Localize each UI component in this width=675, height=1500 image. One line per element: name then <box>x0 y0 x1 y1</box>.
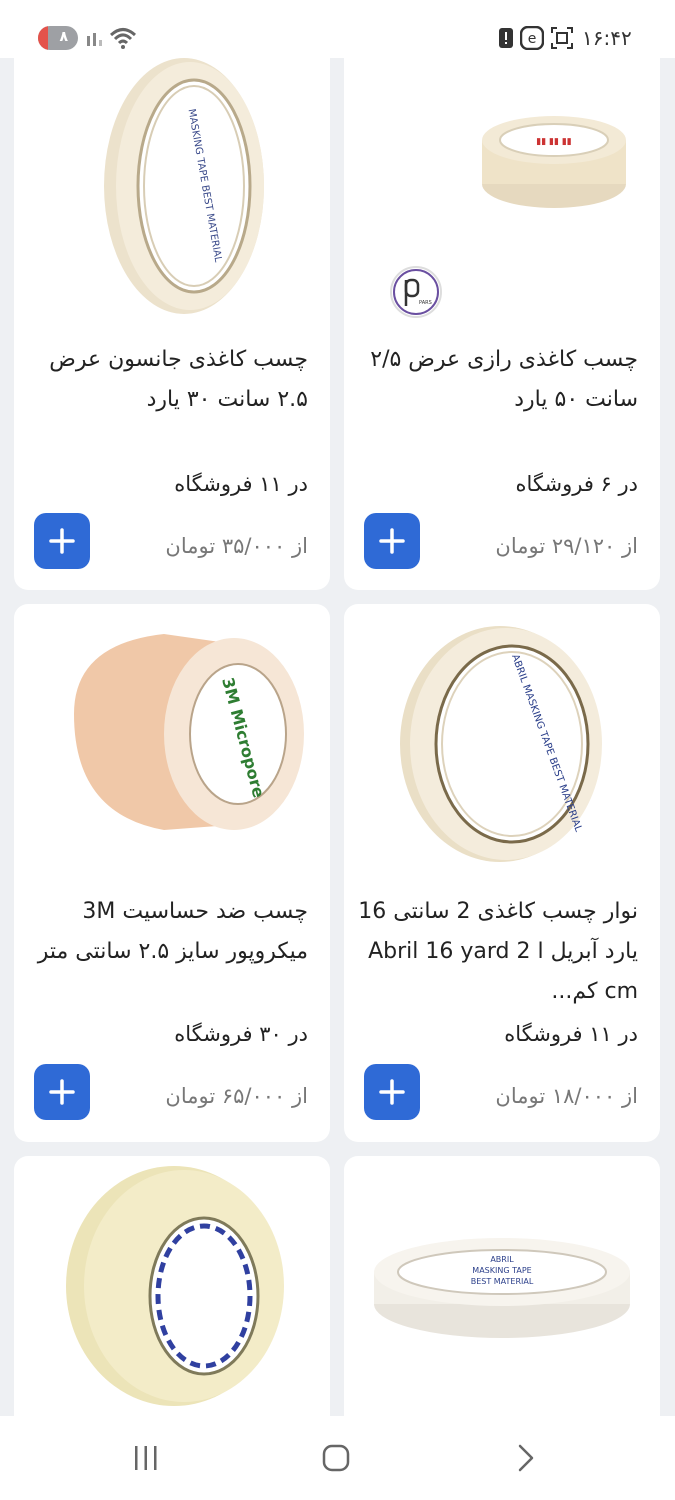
battery-indicator: ۸ <box>38 26 78 50</box>
product-title[interactable]: نوار چسب کاغذی 2 سانتی 16 یارد آبریل ا A… <box>358 892 638 1012</box>
product-card[interactable] <box>14 1156 330 1456</box>
clock: ۱۶:۴۲ <box>582 26 632 50</box>
product-card[interactable]: ▮▮ ▮▮ ▮▮ PARS چسب کاغذی رازی عرض ۲/۵ سان… <box>344 40 660 590</box>
home-button[interactable] <box>276 1416 396 1500</box>
back-button[interactable] <box>466 1416 586 1500</box>
store-count: در ۳۰ فروشگاه <box>174 1022 308 1046</box>
add-button[interactable] <box>34 1064 90 1120</box>
store-count: در ۱۱ فروشگاه <box>174 472 308 496</box>
label-line: MASKING TAPE <box>472 1266 531 1275</box>
svg-text:e: e <box>528 31 537 47</box>
home-icon <box>322 1444 350 1472</box>
product-image: MASKING TAPE BEST MATERIAL <box>104 58 264 314</box>
product-title[interactable]: چسب کاغذی رازی عرض ۲/۵ سانت ۵۰ یارد <box>358 340 638 420</box>
signal-icon <box>87 33 102 46</box>
battery-fill <box>38 26 48 50</box>
product-card[interactable]: ABRIL MASKING TAPE BEST MATERIAL نوار چس… <box>344 604 660 1142</box>
plus-icon <box>379 528 405 554</box>
label-line: ABRIL <box>490 1255 514 1264</box>
alert-icon <box>499 28 513 48</box>
svg-text:▮▮ ▮▮ ▮▮: ▮▮ ▮▮ ▮▮ <box>536 137 571 147</box>
add-button[interactable] <box>34 513 90 569</box>
product-card[interactable]: 3M Micropore چسب ضد حساسیت 3M میکروپور س… <box>14 604 330 1142</box>
product-price: از ۲۹/۱۲۰ تومان <box>495 534 638 558</box>
add-button[interactable] <box>364 513 420 569</box>
product-grid: ▮▮ ▮▮ ▮▮ PARS چسب کاغذی رازی عرض ۲/۵ سان… <box>0 0 675 1500</box>
product-price: از ۶۵/۰۰۰ تومان <box>165 1084 308 1108</box>
product-price: از ۱۸/۰۰۰ تومان <box>495 1084 638 1108</box>
store-count: در ۶ فروشگاه <box>515 472 639 496</box>
recents-icon <box>135 1446 157 1470</box>
product-image: 3M Micropore <box>74 634 304 830</box>
product-image <box>66 1166 284 1406</box>
screenshot-icon <box>551 27 573 49</box>
brand-logo: PARS <box>390 266 442 318</box>
product-card[interactable]: MASKING TAPE BEST MATERIAL چسب کاغذی جان… <box>14 40 330 590</box>
plus-icon <box>379 1079 405 1105</box>
battery-level: ۸ <box>59 29 68 45</box>
back-icon <box>518 1444 534 1472</box>
store-count: در ۱۱ فروشگاه <box>504 1022 638 1046</box>
label-line: BEST MATERIAL <box>471 1277 534 1286</box>
app-e-icon: e <box>520 26 544 50</box>
add-button[interactable] <box>364 1064 420 1120</box>
product-price: از ۳۵/۰۰۰ تومان <box>165 534 308 558</box>
recents-button[interactable] <box>86 1416 206 1500</box>
product-title[interactable]: چسب ضد حساسیت 3M میکروپور سایز ۲.۵ سانتی… <box>28 892 308 972</box>
product-image: ABRIL MASKING TAPE BEST MATERIAL <box>400 626 602 862</box>
product-title[interactable]: چسب کاغذی جانسون عرض ۲.۵ سانت ۳۰ یارد <box>28 340 308 420</box>
product-image: ▮▮ ▮▮ ▮▮ PARS <box>390 116 626 318</box>
svg-text:PARS: PARS <box>419 300 432 306</box>
plus-icon <box>49 1079 75 1105</box>
product-image: ABRIL MASKING TAPE BEST MATERIAL <box>374 1238 630 1338</box>
product-card[interactable]: ABRIL MASKING TAPE BEST MATERIAL <box>344 1156 660 1456</box>
navigation-bar <box>0 1416 675 1500</box>
status-bar: ۸ e ۱۶:۴۲ <box>0 0 675 58</box>
plus-icon <box>49 528 75 554</box>
wifi-icon <box>109 28 137 49</box>
